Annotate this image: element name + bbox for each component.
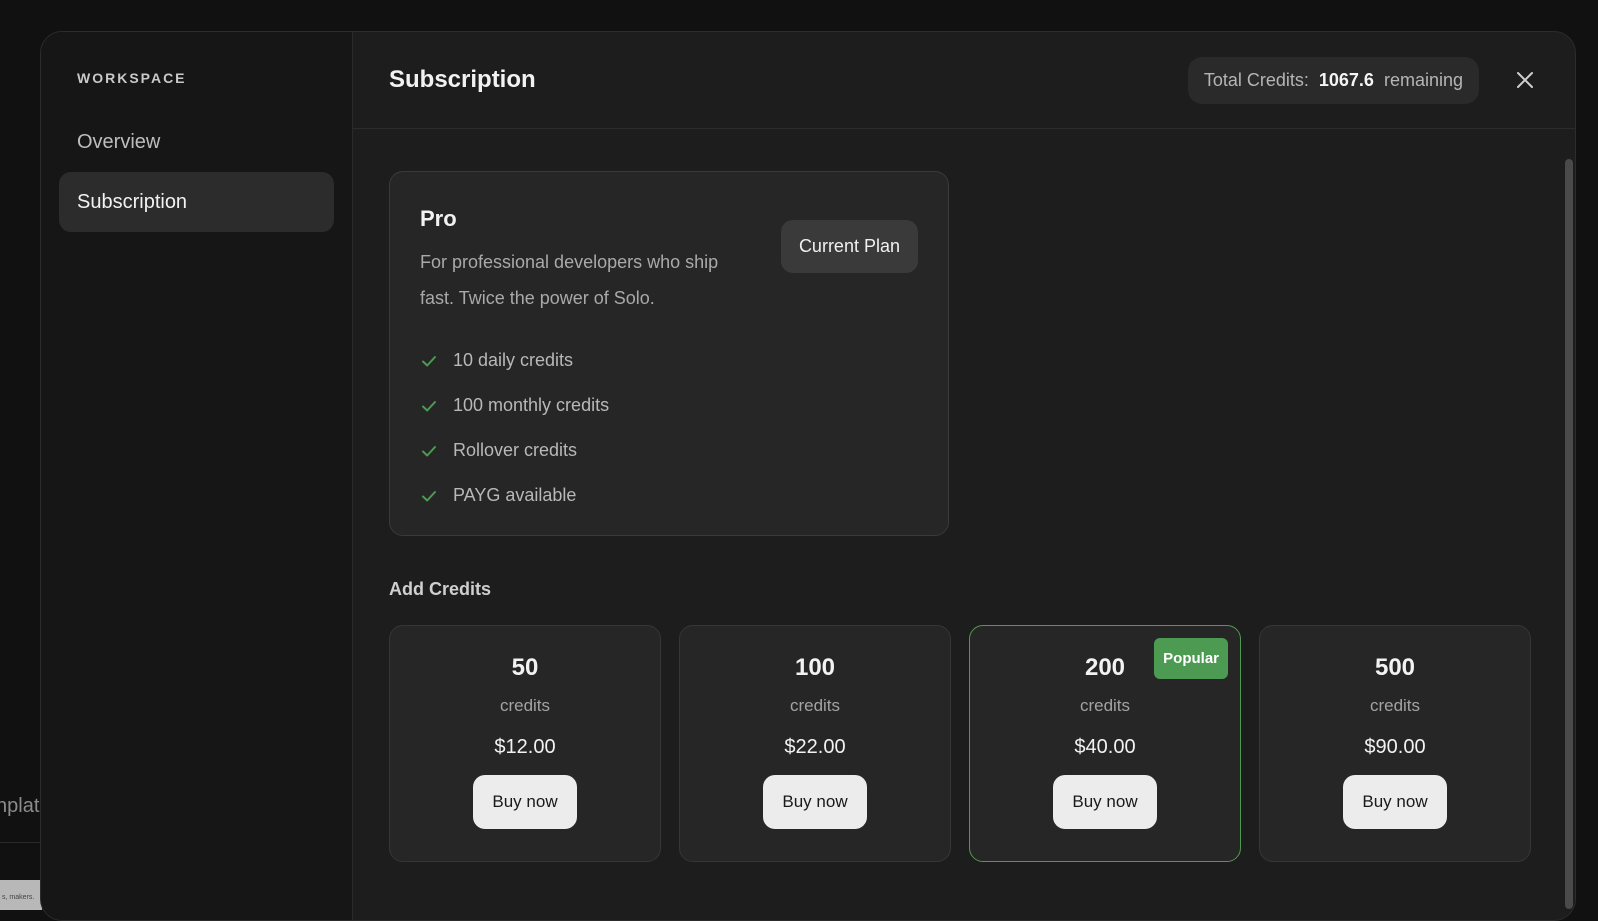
buy-now-button[interactable]: Buy now xyxy=(473,775,577,829)
pack-amount: 500 xyxy=(1260,654,1530,682)
total-credits-badge: Total Credits: 1067.6 remaining xyxy=(1188,57,1479,104)
background-divider xyxy=(0,842,42,843)
credit-packs: 50 credits $12.00 Buy now 100 credits $2… xyxy=(389,625,1539,862)
pack-unit: credits xyxy=(970,696,1240,716)
header: Subscription Total Credits: 1067.6 remai… xyxy=(353,32,1575,129)
pack-price: $22.00 xyxy=(680,736,950,759)
current-plan-card: Pro For professional developers who ship… xyxy=(389,171,949,536)
plan-feature-label: PAYG available xyxy=(453,485,576,506)
plan-feature: Rollover credits xyxy=(420,428,918,473)
current-plan-button[interactable]: Current Plan xyxy=(781,220,918,273)
plan-feature: 10 daily credits xyxy=(420,338,918,383)
plan-feature-label: Rollover credits xyxy=(453,440,577,461)
plan-feature: PAYG available xyxy=(420,473,918,518)
workspace-settings-modal: WORKSPACE Overview Subscription Subscrip… xyxy=(40,31,1576,921)
credit-pack-200: Popular 200 credits $40.00 Buy now xyxy=(969,625,1241,862)
check-icon xyxy=(420,397,438,415)
sidebar-item-subscription[interactable]: Subscription xyxy=(59,172,334,232)
plan-feature-label: 100 monthly credits xyxy=(453,395,609,416)
buy-now-button[interactable]: Buy now xyxy=(1053,775,1157,829)
sidebar-heading: WORKSPACE xyxy=(59,70,334,86)
background-thumbnail: s, makers. xyxy=(0,880,42,910)
check-icon xyxy=(420,352,438,370)
plan-description: For professional developers who ship fas… xyxy=(420,244,750,316)
credit-pack-100: 100 credits $22.00 Buy now xyxy=(679,625,951,862)
pack-unit: credits xyxy=(1260,696,1530,716)
credits-value: 1067.6 xyxy=(1319,70,1374,91)
scrollbar-thumb[interactable] xyxy=(1565,159,1573,909)
popular-badge: Popular xyxy=(1154,638,1228,679)
pack-amount: 50 xyxy=(390,654,660,682)
pack-unit: credits xyxy=(390,696,660,716)
main-panel: Subscription Total Credits: 1067.6 remai… xyxy=(353,32,1575,920)
credits-label: Total Credits: xyxy=(1204,70,1309,91)
credits-suffix: remaining xyxy=(1384,70,1463,91)
subscription-content: Pro For professional developers who ship… xyxy=(353,129,1575,862)
pack-unit: credits xyxy=(680,696,950,716)
sidebar-item-label: Overview xyxy=(77,131,160,154)
add-credits-title: Add Credits xyxy=(389,579,1539,600)
page-title: Subscription xyxy=(389,66,536,94)
pack-price: $12.00 xyxy=(390,736,660,759)
close-button[interactable] xyxy=(1513,68,1537,92)
plan-feature-label: 10 daily credits xyxy=(453,350,573,371)
sidebar-item-label: Subscription xyxy=(77,191,187,214)
plan-feature: 100 monthly credits xyxy=(420,383,918,428)
credit-pack-50: 50 credits $12.00 Buy now xyxy=(389,625,661,862)
plan-feature-list: 10 daily credits 100 monthly credits Rol… xyxy=(420,338,918,518)
buy-now-button[interactable]: Buy now xyxy=(763,775,867,829)
sidebar-item-overview[interactable]: Overview xyxy=(59,112,334,172)
check-icon xyxy=(420,487,438,505)
check-icon xyxy=(420,442,438,460)
close-icon xyxy=(1513,68,1537,92)
pack-price: $40.00 xyxy=(970,736,1240,759)
sidebar: WORKSPACE Overview Subscription xyxy=(41,32,353,920)
pack-price: $90.00 xyxy=(1260,736,1530,759)
buy-now-button[interactable]: Buy now xyxy=(1343,775,1447,829)
pack-amount: 100 xyxy=(680,654,950,682)
credit-pack-500: 500 credits $90.00 Buy now xyxy=(1259,625,1531,862)
